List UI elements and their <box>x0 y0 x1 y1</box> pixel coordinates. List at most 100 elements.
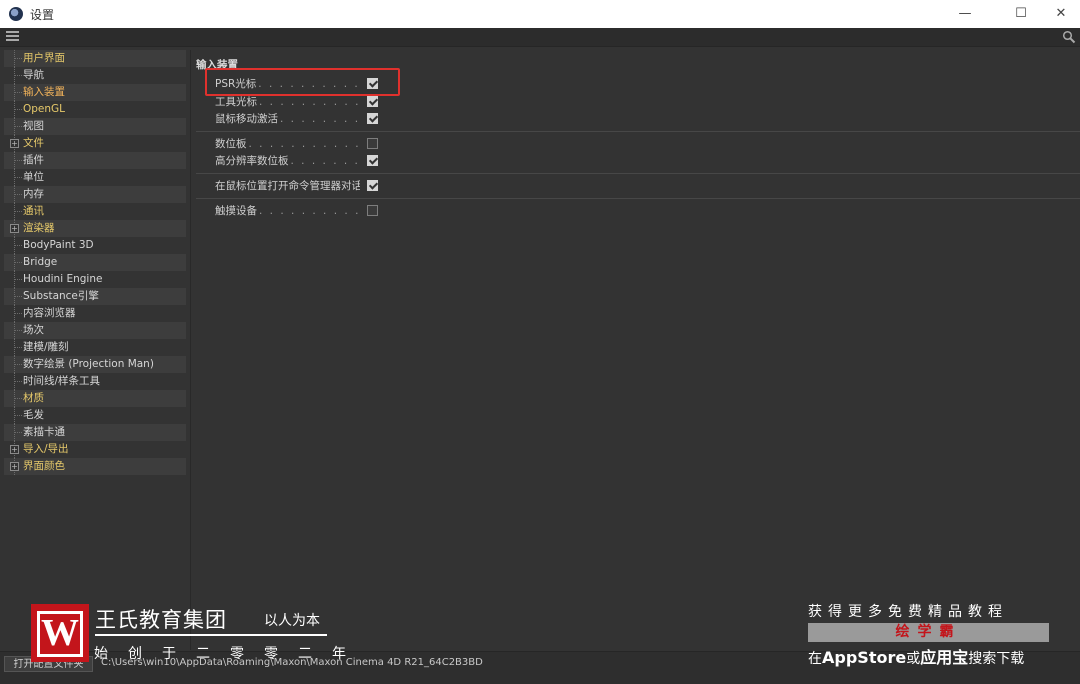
sidebar-item[interactable]: 通讯 <box>4 203 186 220</box>
cinema4d-app-icon <box>9 7 23 21</box>
option-label: 触摸设备 <box>215 205 259 217</box>
sidebar-item[interactable]: 内存 <box>4 186 186 203</box>
sidebar-item-label: 建模/雕刻 <box>23 341 69 353</box>
watermark-since: 始创于二零零二年 <box>94 646 366 662</box>
touch-device-checkbox[interactable] <box>367 205 378 216</box>
settings-toolbar <box>0 28 1080 47</box>
mouse-move-activation-checkbox[interactable] <box>367 113 378 124</box>
option-label: 工具光标 <box>215 96 259 108</box>
sidebar-item[interactable]: 毛发 <box>4 407 186 424</box>
sidebar-item[interactable]: 单位 <box>4 169 186 186</box>
option-label: 在鼠标位置打开命令管理器对话框 <box>215 180 360 192</box>
group-separator <box>196 131 1080 132</box>
tree-branch-line <box>15 262 22 263</box>
download-text-yingyongbao: 应用宝 <box>920 648 969 667</box>
sidebar-item[interactable]: 素描卡通 <box>4 424 186 441</box>
download-text-part: 或 <box>906 651 921 667</box>
sidebar-item[interactable]: 数字绘景 (Projection Man) <box>4 356 186 373</box>
red-highlight-annotation <box>205 68 400 96</box>
tree-branch-line <box>15 381 22 382</box>
sidebar-item[interactable]: OpenGL <box>4 101 186 118</box>
search-icon[interactable] <box>1062 30 1076 44</box>
sidebar-item[interactable]: 插件 <box>4 152 186 169</box>
tree-branch-line <box>15 177 22 178</box>
sidebar-item[interactable]: 建模/雕刻 <box>4 339 186 356</box>
expand-icon[interactable]: + <box>10 224 19 233</box>
sidebar-item[interactable]: 时间线/样条工具 <box>4 373 186 390</box>
sidebar-item[interactable]: 材质 <box>4 390 186 407</box>
group-separator <box>196 173 1080 174</box>
tree-branch-line <box>15 58 22 59</box>
sidebar-item-label: 导入/导出 <box>23 443 69 455</box>
sidebar-item[interactable]: 视图 <box>4 118 186 135</box>
sidebar-item-label: 文件 <box>23 137 44 149</box>
sidebar-item-label: 视图 <box>23 120 44 132</box>
sidebar-item[interactable]: BodyPaint 3D <box>4 237 186 254</box>
tree-branch-line <box>15 364 22 365</box>
sidebar-item-label: Bridge <box>23 256 58 268</box>
sidebar-item[interactable]: Bridge <box>4 254 186 271</box>
sidebar-item[interactable]: + 界面颜色 <box>4 458 186 475</box>
watermark-download-text: 在AppStore或应用宝搜索下载 <box>808 644 1024 668</box>
sidebar-item[interactable]: + 文件 <box>4 135 186 152</box>
sidebar-item-label: 内容浏览器 <box>23 307 76 319</box>
watermark-slogan: 以人为本 <box>264 613 320 629</box>
expand-icon[interactable]: + <box>10 462 19 471</box>
title-bar: 设置 — ☐ ✕ <box>0 0 1080 28</box>
tree-branch-line <box>15 75 22 76</box>
hamburger-menu-icon[interactable] <box>6 31 19 42</box>
tree-branch-line <box>15 245 22 246</box>
sidebar-item-label: 数字绘景 (Projection Man) <box>23 358 154 370</box>
tree-branch-line <box>15 160 22 161</box>
download-text-appstore: AppStore <box>822 648 907 667</box>
tree-branch-line <box>15 330 22 331</box>
tree-branch-line <box>15 398 22 399</box>
sidebar-item[interactable]: 输入装置 <box>4 84 186 101</box>
expand-icon[interactable]: + <box>10 445 19 454</box>
option-mouse-move-activation: 鼠标移动激活. . . . . . . . . . . . . . . . . … <box>215 111 380 127</box>
option-label: 鼠标移动激活 <box>215 113 280 125</box>
sidebar-item[interactable]: + 导入/导出 <box>4 441 186 458</box>
sidebar-item[interactable]: Substance引擎 <box>4 288 186 305</box>
tree-branch-line <box>15 415 22 416</box>
sidebar-item-label: 插件 <box>23 154 44 166</box>
option-touch-device: 触摸设备. . . . . . . . . . . . . . . . . . … <box>215 203 380 219</box>
expand-icon[interactable]: + <box>10 139 19 148</box>
sidebar-item[interactable]: 场次 <box>4 322 186 339</box>
sidebar-item-label: 界面颜色 <box>23 460 65 472</box>
download-text-part: 搜索下载 <box>968 651 1025 667</box>
option-command-manager-at-mouse: 在鼠标位置打开命令管理器对话框 <box>215 178 380 194</box>
sidebar-item-label: BodyPaint 3D <box>23 239 94 251</box>
option-tool-cursor: 工具光标. . . . . . . . . . . . . . . . . . … <box>215 94 380 110</box>
close-button[interactable]: ✕ <box>1038 0 1080 28</box>
logo-letter: W <box>41 612 79 654</box>
tree-branch-line <box>15 194 22 195</box>
sidebar-item-label: 用户界面 <box>23 52 65 64</box>
option-graphics-tablet: 数位板. . . . . . . . . . . . . . . . . . .… <box>215 136 380 152</box>
watermark-divider <box>95 634 327 636</box>
command-manager-at-mouse-checkbox[interactable] <box>367 180 378 191</box>
sidebar-item-label: 毛发 <box>23 409 44 421</box>
sidebar-item[interactable]: 用户界面 <box>4 50 186 67</box>
sidebar-item-label: 输入装置 <box>23 86 65 98</box>
settings-category-tree: 用户界面导航输入装置 OpenGL 视图 + 文件插件单位内存通讯 + 渲染器 BodyPai… <box>4 50 186 480</box>
sidebar-item[interactable]: + 渲染器 <box>4 220 186 237</box>
tree-branch-line <box>15 432 22 433</box>
sidebar-item-label: 时间线/样条工具 <box>23 375 101 387</box>
sidebar-item[interactable]: Houdini Engine <box>4 271 186 288</box>
tree-branch-line <box>15 279 22 280</box>
minimize-button[interactable]: — <box>942 0 988 28</box>
panel-divider <box>190 50 191 650</box>
sidebar-item[interactable]: 内容浏览器 <box>4 305 186 322</box>
sidebar-item-label: 通讯 <box>23 205 44 217</box>
download-text-part: 在 <box>808 651 822 667</box>
sidebar-item[interactable]: 导航 <box>4 67 186 84</box>
sidebar-item-label: 材质 <box>23 392 44 404</box>
sidebar-item-label: OpenGL <box>23 103 66 115</box>
hires-tablet-checkbox[interactable] <box>367 155 378 166</box>
graphics-tablet-checkbox[interactable] <box>367 138 378 149</box>
tool-cursor-checkbox[interactable] <box>367 96 378 107</box>
tree-branch-line <box>15 347 22 348</box>
sidebar-item-label: 单位 <box>23 171 44 183</box>
tree-branch-line <box>15 126 22 127</box>
